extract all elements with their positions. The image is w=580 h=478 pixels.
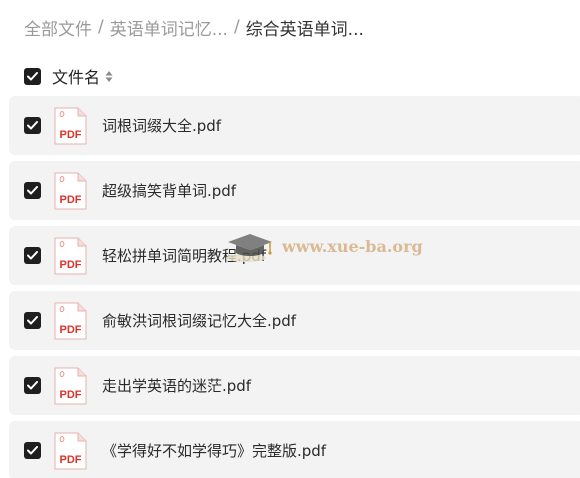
pdf-file-icon: PDF: [54, 432, 87, 469]
file-row[interactable]: PDF 俞敏洪词根词缀记忆大全.pdf: [9, 291, 580, 350]
svg-text:PDF: PDF: [60, 129, 82, 141]
file-name[interactable]: 走出学英语的迷茫.pdf: [102, 375, 251, 396]
check-icon: [27, 121, 38, 130]
svg-text:PDF: PDF: [60, 194, 82, 206]
row-checkbox[interactable]: [24, 117, 41, 134]
svg-text:PDF: PDF: [60, 389, 82, 401]
row-checkbox[interactable]: [24, 442, 41, 459]
row-checkbox[interactable]: [24, 247, 41, 264]
file-name[interactable]: 《学得好不如学得巧》完整版.pdf: [102, 440, 326, 461]
check-icon: [27, 381, 38, 390]
file-row[interactable]: PDF 走出学英语的迷茫.pdf: [9, 356, 580, 415]
file-list: PDF 词根词缀大全.pdf PDF 超级搞笑背单词.pdf PDF 轻松拼单词…: [9, 96, 580, 478]
breadcrumb-item-folder[interactable]: 英语单词记忆...: [110, 15, 228, 40]
file-row[interactable]: PDF 轻松拼单词简明教程.pdf: [9, 226, 580, 285]
svg-text:PDF: PDF: [60, 324, 82, 336]
check-icon: [27, 446, 38, 455]
column-header-filename[interactable]: 文件名: [52, 64, 100, 88]
pdf-file-icon: PDF: [54, 172, 87, 209]
svg-text:PDF: PDF: [60, 454, 82, 466]
breadcrumb-separator: /: [233, 17, 240, 37]
svg-text:PDF: PDF: [60, 259, 82, 271]
select-all-checkbox[interactable]: [24, 67, 41, 85]
file-name[interactable]: 词根词缀大全.pdf: [102, 115, 221, 136]
row-checkbox[interactable]: [24, 182, 41, 199]
breadcrumb: 全部文件 / 英语单词记忆... / 综合英语单词...: [24, 14, 364, 40]
sort-icon[interactable]: [105, 69, 113, 83]
pdf-file-icon: PDF: [54, 302, 87, 339]
check-icon: [27, 251, 38, 260]
file-row[interactable]: PDF 词根词缀大全.pdf: [9, 96, 580, 155]
file-row[interactable]: PDF 《学得好不如学得巧》完整版.pdf: [9, 421, 580, 478]
list-header: 文件名: [24, 64, 113, 88]
file-name[interactable]: 超级搞笑背单词.pdf: [102, 180, 236, 201]
pdf-file-icon: PDF: [54, 107, 87, 144]
breadcrumb-separator: /: [98, 17, 104, 37]
check-icon: [27, 186, 38, 195]
pdf-file-icon: PDF: [54, 367, 87, 404]
row-checkbox[interactable]: [24, 312, 41, 329]
breadcrumb-item-current: 综合英语单词...: [245, 19, 364, 40]
check-icon: [27, 316, 38, 325]
pdf-file-icon: PDF: [54, 237, 87, 274]
file-name[interactable]: 俞敏洪词根词缀记忆大全.pdf: [102, 310, 296, 331]
breadcrumb-item-all-files[interactable]: 全部文件: [24, 15, 92, 40]
check-icon: [27, 71, 38, 80]
file-row[interactable]: PDF 超级搞笑背单词.pdf: [9, 161, 580, 220]
row-checkbox[interactable]: [24, 377, 41, 394]
file-name[interactable]: 轻松拼单词简明教程.pdf: [102, 245, 266, 266]
